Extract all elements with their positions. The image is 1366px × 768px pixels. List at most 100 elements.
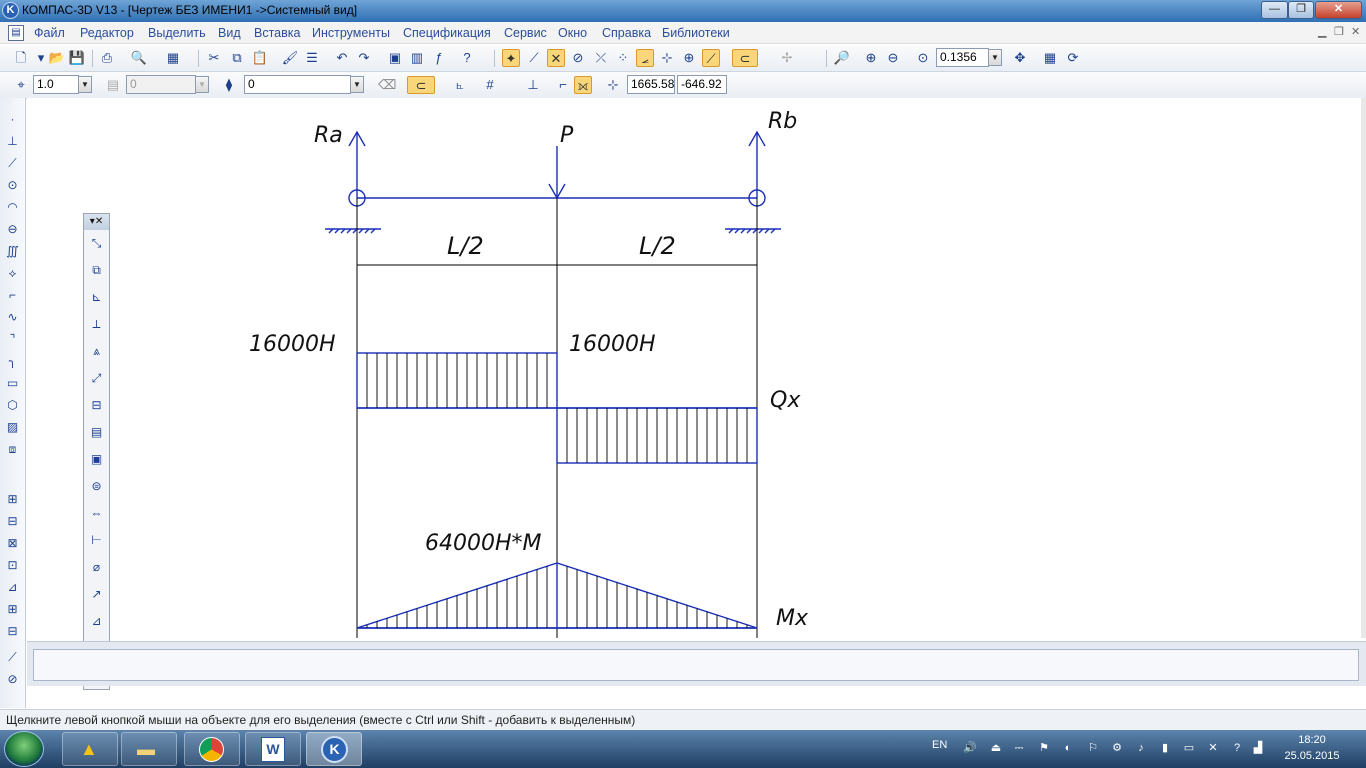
cut-icon[interactable]: ✂ bbox=[205, 49, 223, 67]
segment-icon[interactable]: ⟋ bbox=[3, 154, 22, 173]
taskbar-app-triangle[interactable]: ▲ bbox=[62, 732, 118, 766]
auto-line-icon[interactable]: ⌐ bbox=[3, 286, 22, 305]
document-icon[interactable]: ▤ bbox=[8, 25, 24, 41]
snap-point-icon[interactable]: ✦ bbox=[502, 49, 520, 67]
monitor-icon[interactable]: ▭ bbox=[1181, 740, 1197, 756]
minimize-button[interactable]: — bbox=[1261, 1, 1288, 19]
drawing-canvas[interactable]: Ra P Rb L/2 L/2 16000Н 16000Н Qx 64000Н*… bbox=[27, 98, 1361, 638]
menu-file[interactable]: Файл bbox=[34, 26, 65, 40]
zoom-out-icon[interactable]: ⊖ bbox=[884, 49, 902, 67]
ortho-mode-icon[interactable]: ⌐ bbox=[554, 76, 572, 94]
snap-tangent-icon[interactable]: ⊘ bbox=[569, 49, 587, 67]
align-icon[interactable]: ⇔ bbox=[87, 504, 106, 523]
battery-icon[interactable]: ▮ bbox=[1157, 740, 1173, 756]
snap-grid-icon[interactable]: ⁘ bbox=[614, 49, 632, 67]
redo-icon[interactable]: ↷ bbox=[355, 49, 373, 67]
menu-insert[interactable]: Вставка bbox=[254, 26, 300, 40]
linear-dim-icon[interactable]: ⊢ bbox=[87, 531, 106, 550]
hatch-icon[interactable]: ∭ bbox=[3, 242, 22, 261]
clock-date[interactable]: 25.05.2015 bbox=[1277, 750, 1347, 762]
style-input[interactable]: 0 bbox=[244, 75, 351, 94]
symbols-icon[interactable]: ⊟ bbox=[3, 512, 22, 531]
properties-icon[interactable]: ☰ bbox=[303, 49, 321, 67]
taskbar-word[interactable]: W bbox=[245, 732, 301, 766]
regenerate-icon[interactable]: ⟳ bbox=[1064, 49, 1082, 67]
rectangle-icon[interactable]: ▭ bbox=[3, 374, 22, 393]
copy-icon[interactable]: ⧉ bbox=[228, 49, 246, 67]
eraser-icon[interactable]: ⌫ bbox=[378, 76, 396, 94]
edit-icon[interactable]: ⊠ bbox=[3, 534, 22, 553]
zoom-scale-icon[interactable]: ⊙ bbox=[914, 49, 932, 67]
new-file-icon[interactable]: 🗋 bbox=[12, 49, 30, 67]
move-icon[interactable]: ⤡ bbox=[87, 234, 106, 253]
paste-icon[interactable]: 📋 bbox=[251, 49, 269, 67]
preview-icon[interactable]: 🔍 bbox=[130, 49, 148, 67]
mdi-close-icon[interactable]: ✕ bbox=[1351, 25, 1360, 38]
arc-icon[interactable]: ◠ bbox=[3, 198, 22, 217]
zoom-in-icon[interactable]: ⊕ bbox=[862, 49, 880, 67]
trim-two-icon[interactable]: ▣ bbox=[87, 450, 106, 469]
mdi-minimize-icon[interactable]: ▁ bbox=[1318, 25, 1326, 38]
restore-button[interactable]: ❐ bbox=[1288, 1, 1314, 19]
tray-gear-icon[interactable]: ⚙ bbox=[1109, 740, 1125, 756]
mdi-restore-icon[interactable]: ❐ bbox=[1334, 25, 1344, 38]
radial-icon[interactable]: ↗ bbox=[87, 585, 106, 604]
clock-time[interactable]: 18:20 bbox=[1277, 734, 1347, 746]
coord-x-input[interactable]: 1665.58 bbox=[627, 75, 675, 94]
report-icon[interactable]: ⟋ bbox=[3, 648, 22, 667]
measure-icon[interactable]: ⊿ bbox=[3, 578, 22, 597]
parametric-icon[interactable]: ⟗ bbox=[574, 76, 592, 94]
snap-middle-icon[interactable]: ⊹ bbox=[658, 49, 676, 67]
ortho-icon[interactable]: ⦜ bbox=[451, 76, 469, 94]
chamfer-icon[interactable]: ⌝ bbox=[3, 330, 22, 349]
error-icon[interactable]: ✕ bbox=[1205, 740, 1221, 756]
point-icon[interactable]: · bbox=[3, 110, 22, 129]
trim-icon[interactable]: ▤ bbox=[87, 423, 106, 442]
help-pointer-icon[interactable]: ? bbox=[458, 49, 476, 67]
aux-line-icon[interactable]: ⊥ bbox=[3, 132, 22, 151]
diameter-icon[interactable]: ⌀ bbox=[87, 558, 106, 577]
polygon-icon[interactable]: ⬡ bbox=[3, 396, 22, 415]
rotate-icon[interactable]: ⧉ bbox=[87, 261, 106, 280]
tray-app-icon[interactable]: ⚑ bbox=[1036, 740, 1052, 756]
menu-help[interactable]: Справка bbox=[602, 26, 651, 40]
refresh-icon[interactable]: ▦ bbox=[1041, 49, 1059, 67]
print-icon[interactable]: ⎙ bbox=[98, 49, 116, 67]
usb-icon[interactable]: ⏏ bbox=[988, 740, 1004, 756]
symmetry-icon[interactable]: ⟂ bbox=[87, 315, 106, 334]
grid-icon[interactable]: # bbox=[481, 76, 499, 94]
snap-normal-icon[interactable]: ⤫ bbox=[592, 49, 610, 67]
break-icon[interactable]: ⊟ bbox=[87, 396, 106, 415]
hatching-icon[interactable]: ▨ bbox=[3, 418, 22, 437]
scale-dropdown[interactable]: ▼ bbox=[78, 76, 92, 93]
format-brush-icon[interactable]: 🖌 bbox=[281, 49, 299, 67]
angular-icon[interactable]: ⊿ bbox=[87, 612, 106, 631]
fillet-icon[interactable]: ╮ bbox=[3, 352, 22, 371]
circle-icon[interactable]: ⊙ bbox=[3, 176, 22, 195]
style-layers-icon[interactable]: ⧫ bbox=[220, 76, 238, 94]
signal-icon[interactable]: ▟ bbox=[1250, 740, 1266, 756]
menu-window[interactable]: Окно bbox=[558, 26, 587, 40]
volume-icon[interactable]: 🔊 bbox=[962, 740, 978, 756]
close-button[interactable]: ✕ bbox=[1315, 1, 1362, 19]
snap-intersection-icon[interactable]: ✕ bbox=[547, 49, 565, 67]
save-icon[interactable]: 💾 bbox=[68, 49, 86, 67]
tree-icon[interactable]: ▣ bbox=[386, 49, 404, 67]
dimensions-icon[interactable]: ⊞ bbox=[3, 490, 22, 509]
variables-icon[interactable]: ƒ bbox=[430, 49, 448, 67]
taskbar-kompas[interactable]: K bbox=[306, 732, 362, 766]
zoom-window-icon[interactable]: 🔎 bbox=[833, 49, 851, 67]
undo-icon[interactable]: ↶ bbox=[333, 49, 351, 67]
select-icon[interactable]: ⊞ bbox=[3, 600, 22, 619]
menu-view[interactable]: Вид bbox=[218, 26, 241, 40]
style-dropdown[interactable]: ▼ bbox=[350, 76, 364, 93]
scale-icon[interactable]: ⊾ bbox=[87, 288, 106, 307]
speaker-icon[interactable]: ♪ bbox=[1133, 740, 1149, 756]
menu-tools[interactable]: Инструменты bbox=[312, 26, 390, 40]
taskbar-chrome[interactable] bbox=[184, 732, 240, 766]
zoom-input[interactable]: 0.1356 bbox=[936, 48, 989, 67]
equidistant-icon[interactable]: ⧈ bbox=[3, 440, 22, 459]
menu-select[interactable]: Выделить bbox=[148, 26, 206, 40]
tray-green-icon[interactable]: ◐ bbox=[1060, 740, 1076, 756]
deform-icon[interactable]: ⤢ bbox=[87, 369, 106, 388]
